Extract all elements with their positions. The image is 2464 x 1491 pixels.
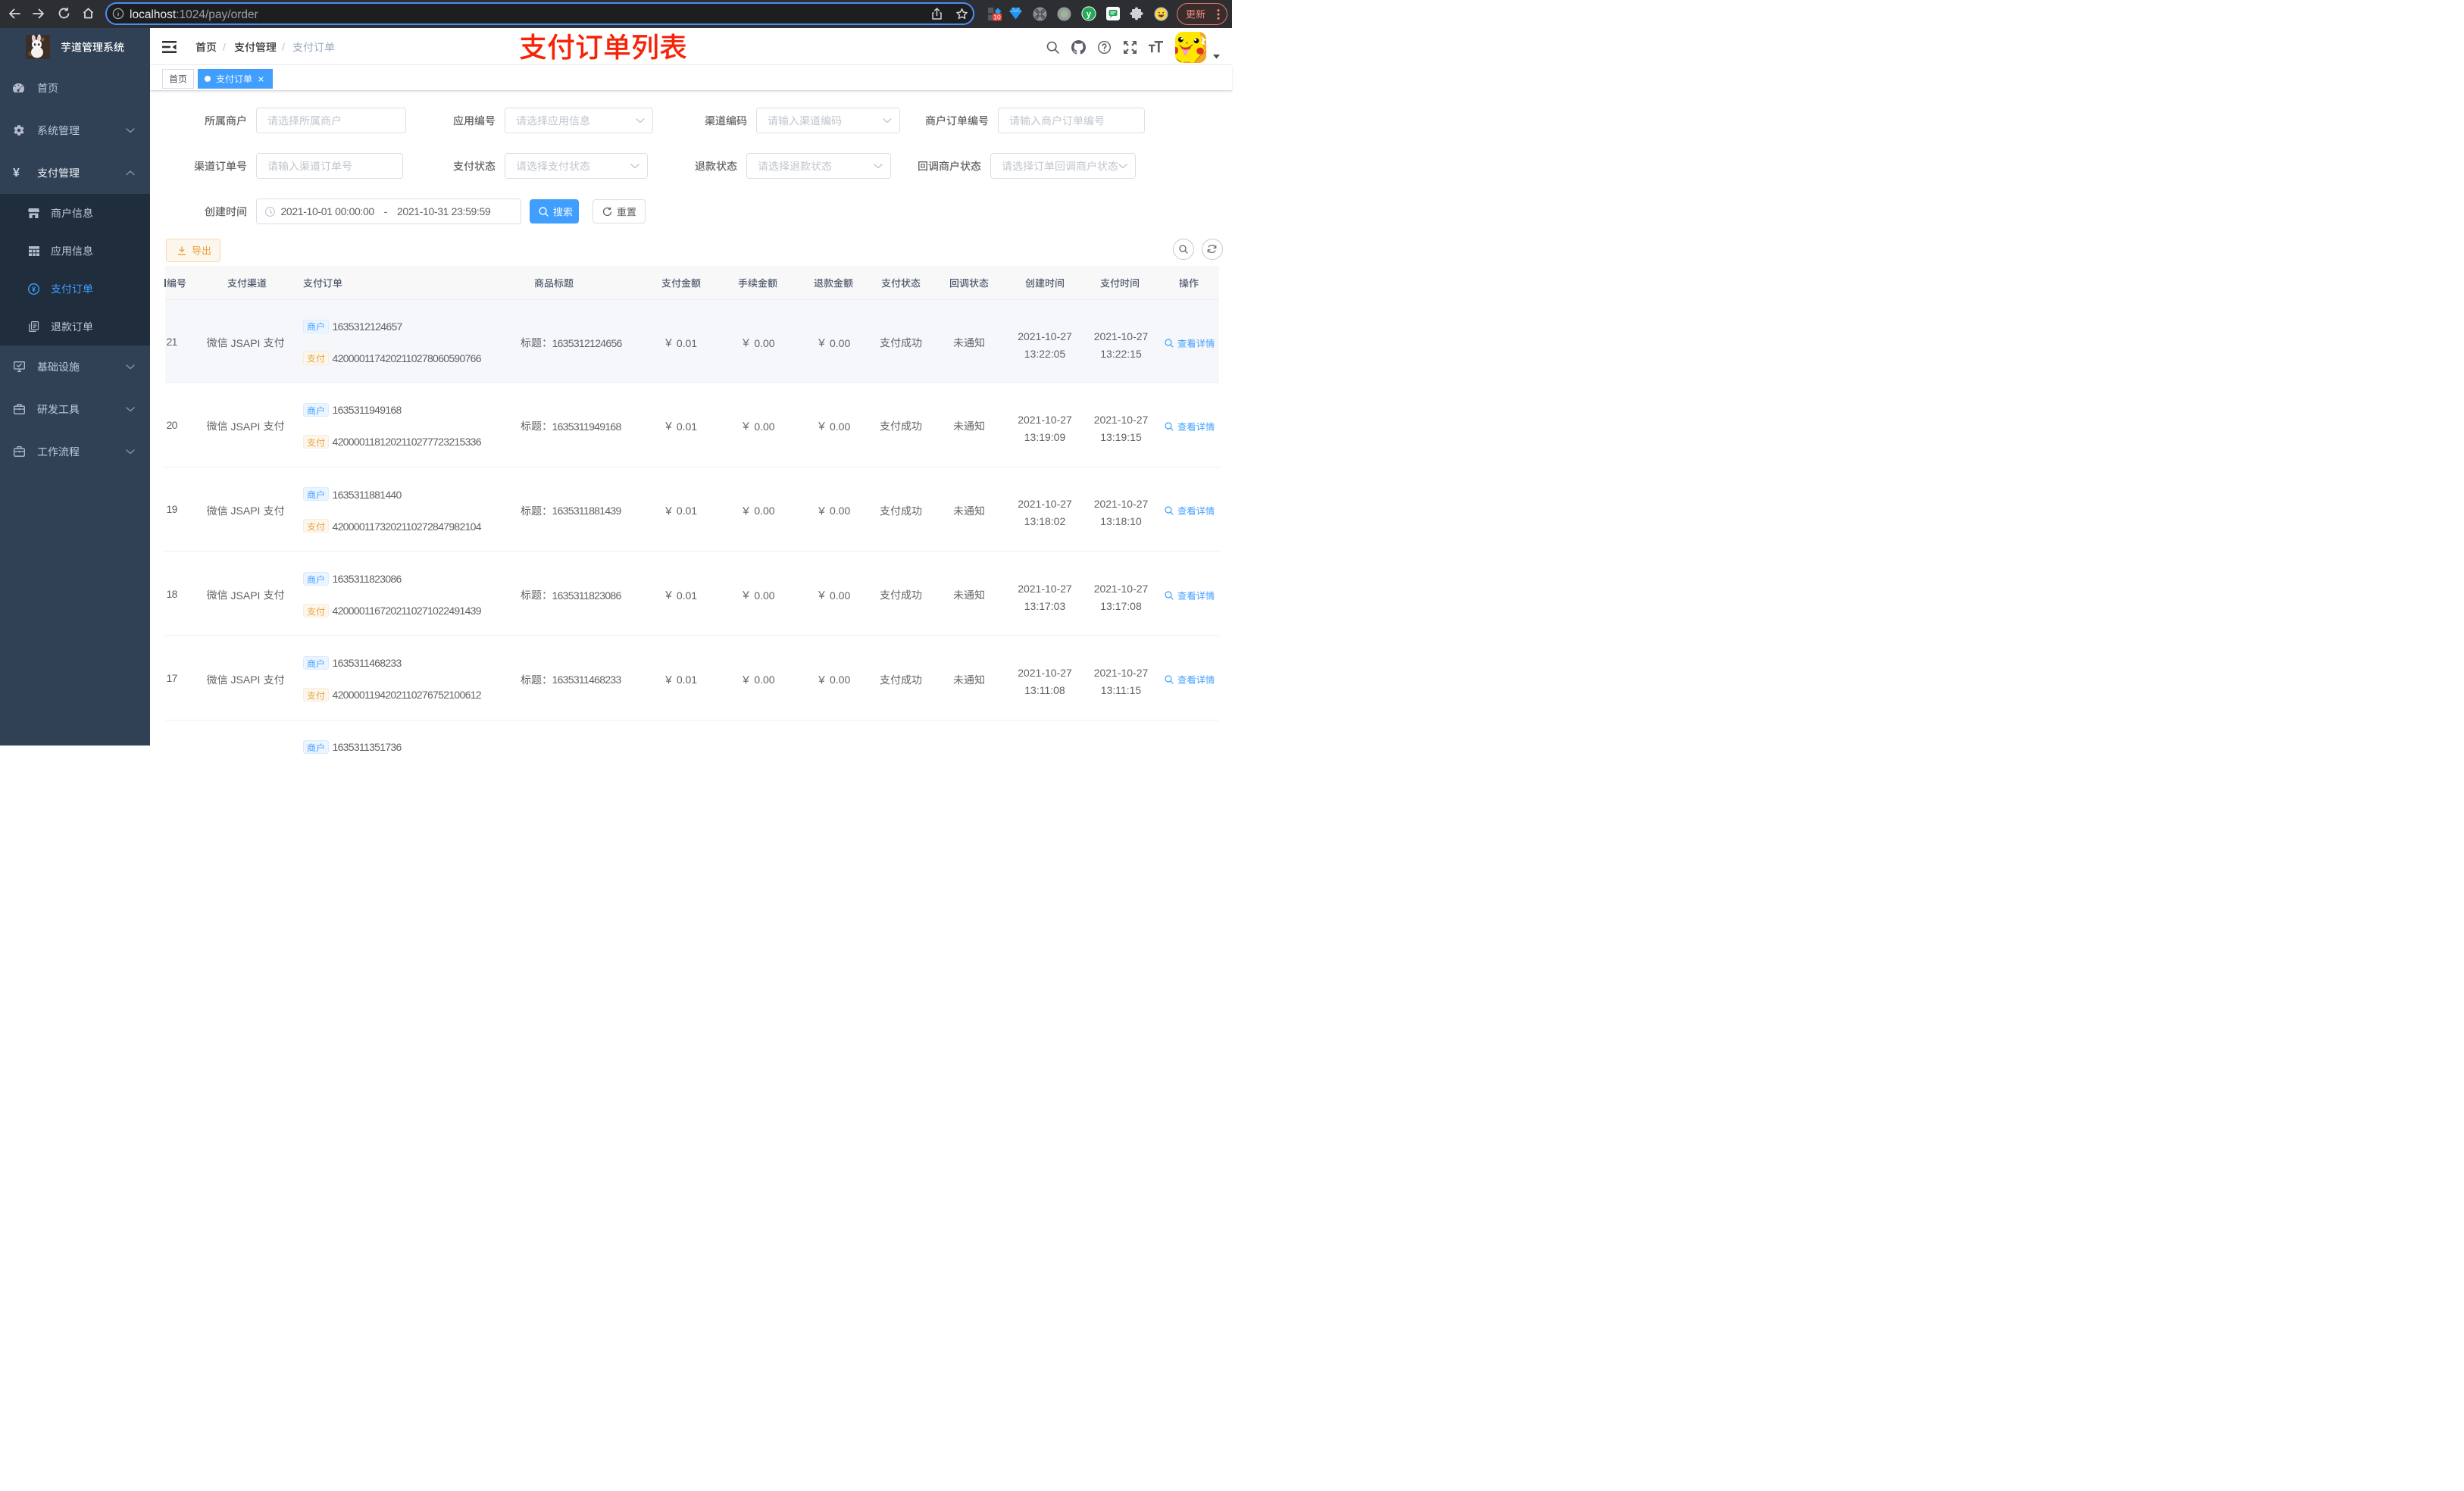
svg-text:y: y — [1087, 10, 1092, 19]
svg-text:¥: ¥ — [32, 286, 36, 293]
svg-text:10: 10 — [993, 13, 1001, 20]
